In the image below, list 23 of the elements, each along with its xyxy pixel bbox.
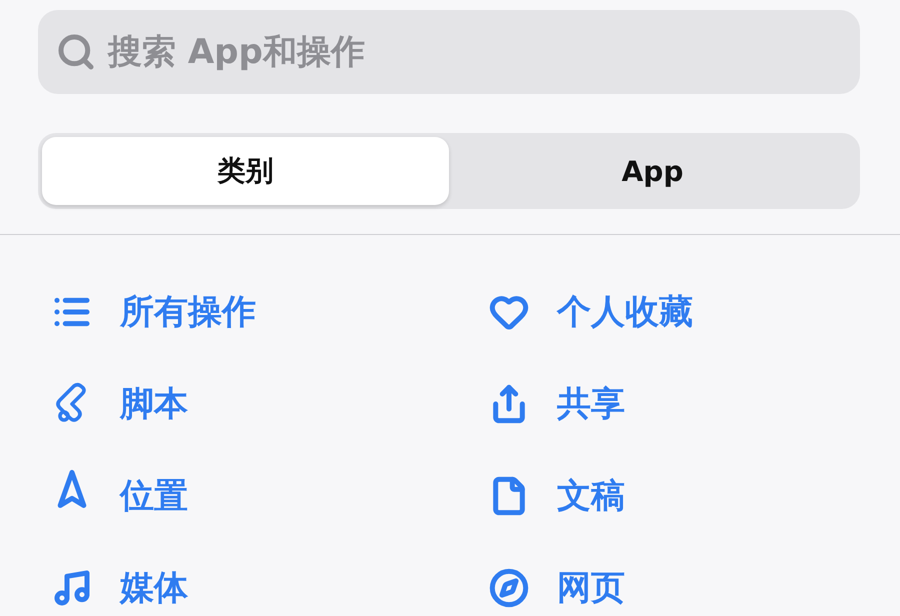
category-item[interactable]: 个人收藏 (487, 285, 693, 339)
category-item[interactable]: 脚本 (50, 377, 188, 431)
category-item[interactable]: 位置 (50, 469, 188, 523)
category-item[interactable]: 媒体 (50, 561, 188, 615)
category-label: 媒体 (120, 567, 188, 610)
category-item[interactable]: 文稿 (487, 469, 625, 523)
search-field[interactable]: 搜索 App和操作 (38, 10, 860, 94)
category-label: 个人收藏 (557, 291, 693, 334)
search-placeholder: 搜索 App和操作 (108, 31, 365, 74)
music-note-icon (52, 568, 92, 608)
segment-tab[interactable]: 类别 (42, 137, 449, 205)
segment-tab[interactable]: App (449, 137, 856, 205)
category-label: 脚本 (120, 383, 188, 426)
category-item[interactable]: 所有操作 (50, 285, 256, 339)
category-item[interactable]: 网页 (487, 561, 625, 615)
search-icon (56, 32, 96, 72)
category-label: 文稿 (557, 475, 625, 518)
category-item[interactable]: 共享 (487, 377, 625, 431)
category-label: 共享 (557, 383, 625, 426)
category-label: 网页 (557, 567, 625, 610)
category-label: 位置 (120, 475, 188, 518)
compass-icon (489, 568, 529, 608)
category-label: 所有操作 (120, 291, 256, 334)
